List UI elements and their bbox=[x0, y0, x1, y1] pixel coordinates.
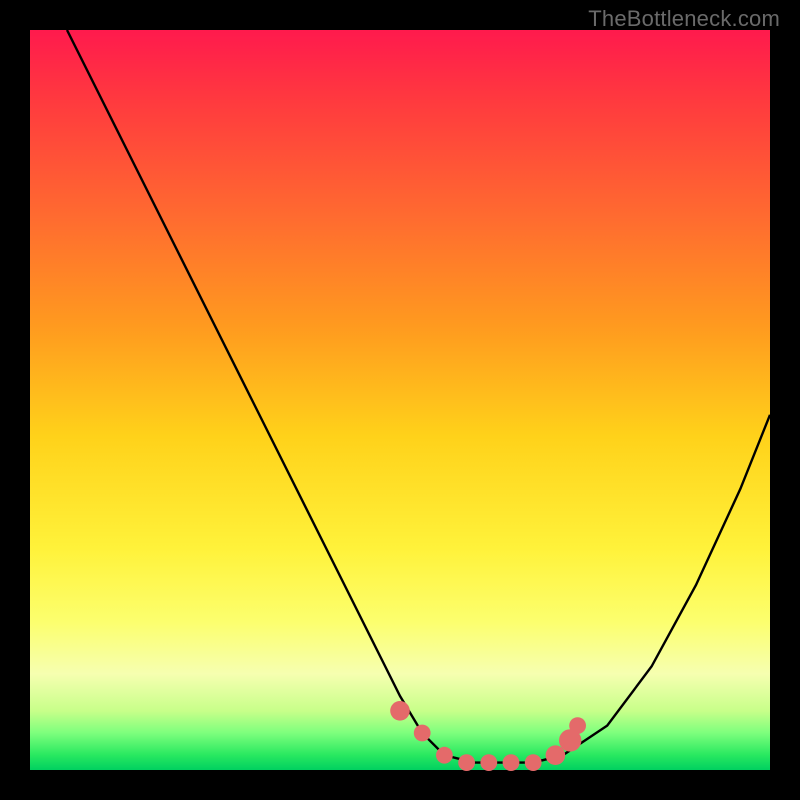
curve-marker bbox=[546, 745, 566, 765]
chart-plot-area bbox=[30, 30, 770, 770]
curve-marker bbox=[458, 754, 475, 771]
curve-marker bbox=[569, 717, 586, 734]
curve-markers bbox=[390, 701, 586, 771]
chart-svg bbox=[30, 30, 770, 770]
curve-marker bbox=[390, 701, 410, 721]
curve-marker bbox=[480, 754, 497, 771]
curve-marker bbox=[436, 747, 453, 764]
curve-marker bbox=[525, 754, 542, 771]
bottleneck-curve bbox=[67, 30, 770, 763]
curve-marker bbox=[414, 725, 431, 742]
watermark-text: TheBottleneck.com bbox=[588, 6, 780, 32]
curve-marker bbox=[503, 754, 520, 771]
chart-frame: TheBottleneck.com bbox=[0, 0, 800, 800]
